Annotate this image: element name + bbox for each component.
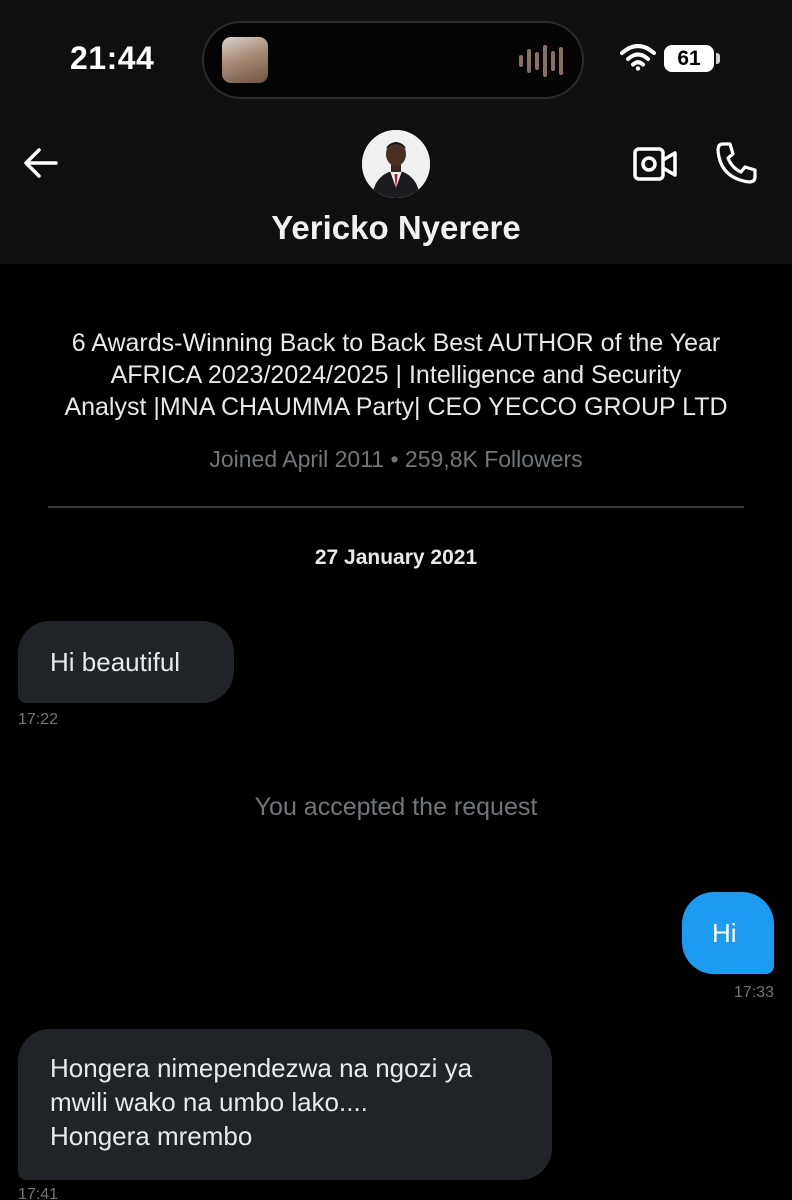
profile-meta: Joined April 2011 • 259,8K Followers	[209, 446, 583, 472]
outgoing-message-bubble[interactable]: Hi	[682, 892, 774, 974]
message-text: Hi beautiful	[50, 647, 181, 677]
back-arrow-icon[interactable]	[20, 142, 62, 184]
avatar-portrait-icon	[362, 130, 430, 198]
avatar[interactable]	[362, 130, 430, 198]
video-call-icon[interactable]	[632, 144, 678, 184]
divider	[48, 506, 744, 508]
audio-waveform-icon	[519, 45, 563, 77]
message-text: Hi	[712, 918, 737, 948]
message-text: mwili wako na umbo lako....	[50, 1087, 368, 1117]
wifi-icon	[620, 44, 656, 71]
battery-cap	[716, 53, 720, 64]
now-playing-artwork	[222, 37, 268, 83]
dynamic-island[interactable]	[202, 21, 584, 99]
phone-icon[interactable]	[714, 140, 758, 186]
incoming-message-bubble[interactable]: Hi beautiful	[18, 621, 234, 703]
bio-line: 6 Awards-Winning Back to Back Best AUTHO…	[71, 329, 721, 357]
conversation-title: Yericko Nyerere	[271, 209, 521, 246]
message-text: Hongera mrembo	[50, 1121, 253, 1151]
battery-indicator: 61	[664, 45, 714, 72]
message-timestamp: 17:33	[733, 984, 774, 1001]
message-timestamp: 17:22	[18, 711, 59, 728]
date-separator: 27 January 2021	[314, 546, 478, 569]
bio-line: Analyst |MNA CHAUMMA Party| CEO YECCO GR…	[64, 393, 728, 421]
system-message: You accepted the request	[254, 793, 538, 821]
message-text: Hongera nimependezwa na ngozi ya	[50, 1053, 473, 1083]
dm-conversation-screen: 21:44 61 Yericko Nyerere 6 Awards-Winnin…	[0, 0, 792, 1200]
incoming-message-bubble[interactable]: Hongera nimependezwa na ngozi ya mwili w…	[18, 1029, 552, 1180]
message-timestamp: 17:41	[18, 1186, 59, 1200]
bio-line: AFRICA 2023/2024/2025 | Intelligence and…	[110, 361, 682, 389]
top-bar: 21:44 61 Yericko Nyerere	[0, 0, 792, 264]
status-time: 21:44	[70, 40, 155, 76]
profile-bio: 6 Awards-Winning Back to Back Best AUTHO…	[20, 327, 772, 423]
